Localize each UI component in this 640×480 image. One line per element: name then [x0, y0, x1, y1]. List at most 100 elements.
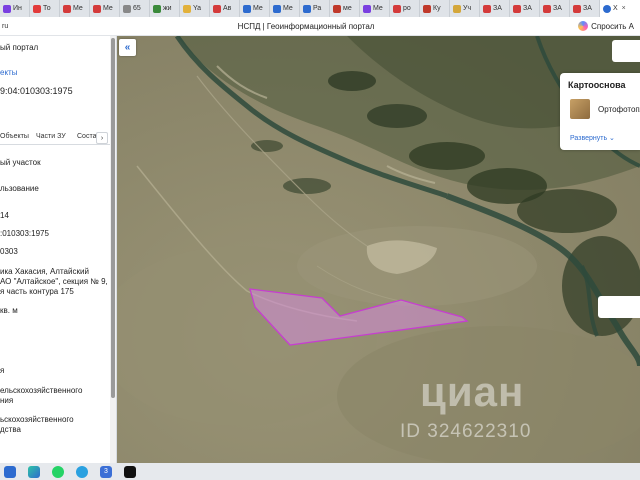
tab-favicon-icon — [93, 4, 101, 13]
tab-favicon-icon — [303, 4, 311, 13]
panel-scrollbar[interactable] — [110, 36, 116, 463]
browser-tab[interactable]: ЗА — [510, 0, 540, 17]
tab-favicon-icon — [3, 4, 11, 13]
portal-title: ый портал — [0, 43, 39, 52]
tab-label: Ме — [73, 5, 83, 12]
tab-label: Х — [613, 5, 618, 12]
basemap-option-label[interactable]: Ортофотопл — [598, 105, 640, 114]
objects-link[interactable]: екты — [0, 68, 17, 78]
tabs-scroll-right-button[interactable]: › — [96, 132, 108, 144]
browser-tab-bar: Ин То Ме Ме 65 жи Ya Ав Ме Ме Ра ме Ме ро Ку Уч ЗА ЗА ЗА ЗА… — [0, 0, 640, 17]
basemap-card: Картооснова Ортофотопл Развернуть ⌄ — [560, 73, 640, 150]
collapse-panel-button[interactable]: « — [119, 39, 136, 56]
field-usage-1: ьскохозяйственного — [0, 415, 74, 424]
tab-favicon-icon — [153, 4, 161, 13]
field-category-2: ния — [0, 396, 14, 405]
tab-composition[interactable]: Соста — [77, 133, 96, 140]
tab-label: жи — [163, 5, 172, 12]
os-taskbar: 3 — [0, 463, 640, 480]
watermark-logo: циан — [420, 368, 525, 415]
browser-tab[interactable]: Уч — [450, 0, 480, 17]
browser-tab[interactable]: Ку — [420, 0, 450, 17]
browser-tab[interactable]: 65 — [120, 0, 150, 17]
tab-favicon-icon — [333, 4, 341, 13]
ask-ai-label: Спросить А — [591, 21, 634, 31]
capcut-icon[interactable] — [124, 465, 136, 478]
browser-tab[interactable]: Ав — [210, 0, 240, 17]
browser-tab[interactable]: То — [30, 0, 60, 17]
field-cadastral: :010303:1975 — [0, 229, 49, 238]
tab-label: Ра — [313, 5, 322, 12]
tab-favicon-icon — [513, 4, 521, 13]
field-area-unit: кв. м — [0, 306, 18, 315]
browser-tab[interactable]: Ме — [60, 0, 90, 17]
tab-label: ЗА — [553, 5, 562, 12]
tab-label: ЗА — [523, 5, 532, 12]
tab-label: То — [43, 5, 51, 12]
field-status: я — [0, 366, 5, 375]
edge-icon[interactable] — [28, 465, 40, 478]
browser-tab[interactable]: Ме — [240, 0, 270, 17]
map-zoom-control[interactable] — [598, 296, 640, 318]
browser-tab[interactable]: Ме — [360, 0, 390, 17]
browser-tab[interactable]: ЗА — [480, 0, 510, 17]
field-address-3: я часть контура 175 — [0, 287, 74, 296]
browser-tab[interactable]: ЗА — [570, 0, 600, 17]
calendar-icon[interactable]: 3 — [100, 465, 112, 478]
browser-tab[interactable]: ме — [330, 0, 360, 17]
close-tab-icon[interactable]: × — [622, 5, 626, 12]
address-prefix[interactable]: ru — [0, 23, 40, 30]
tab-label: ме — [343, 5, 352, 12]
tab-label: Ав — [223, 5, 232, 12]
browser-tab[interactable]: Ин — [0, 0, 30, 17]
tab-label: 65 — [133, 5, 141, 12]
panel-scrollbar-thumb[interactable] — [111, 38, 115, 398]
tab-label: Ya — [193, 5, 202, 12]
browser-tab[interactable]: ро — [390, 0, 420, 17]
field-use-type: льзование — [0, 184, 39, 193]
basemap-title: Картооснова — [568, 80, 626, 90]
ask-ai-button[interactable]: Спросить А — [572, 21, 640, 31]
tab-favicon-icon — [423, 4, 431, 13]
windows-icon[interactable] — [4, 465, 16, 478]
cadastral-number-heading: 9:04:010303:1975 — [0, 86, 73, 96]
page-title: НСПД | Геоинформационный портал — [237, 21, 375, 31]
tab-favicon-icon — [453, 4, 461, 13]
tab-favicon-icon — [213, 4, 221, 13]
browser-tab[interactable]: Ра — [300, 0, 330, 17]
tab-label: Уч — [463, 5, 472, 12]
browser-tab-active[interactable]: Х × — [600, 0, 640, 17]
tab-label: ЗА — [583, 5, 592, 12]
tab-objects[interactable]: Объекты — [0, 133, 29, 140]
tab-favicon-icon — [483, 4, 491, 13]
tab-favicon-icon — [123, 4, 131, 13]
tab-label: Ме — [103, 5, 113, 12]
field-number: 14 — [0, 211, 9, 220]
map-layers-control[interactable] — [612, 40, 640, 62]
browser-tab[interactable]: жи — [150, 0, 180, 17]
tab-favicon-icon — [603, 4, 611, 13]
tab-label: Ме — [283, 5, 293, 12]
browser-tab[interactable]: ЗА — [540, 0, 570, 17]
tab-favicon-icon — [273, 4, 281, 13]
browser-tab[interactable]: Ме — [90, 0, 120, 17]
tab-favicon-icon — [393, 4, 401, 13]
tab-favicon-icon — [243, 4, 251, 13]
browser-tab[interactable]: Ya — [180, 0, 210, 17]
field-address-1: ика Хакасия, Алтайский — [0, 267, 89, 276]
tab-parts[interactable]: Части ЗУ — [36, 133, 66, 140]
field-usage-2: дства — [0, 425, 21, 434]
telegram-icon[interactable] — [76, 465, 88, 478]
basemap-expand-link[interactable]: Развернуть ⌄ — [570, 134, 615, 142]
object-info-panel: ый портал екты 9:04:010303:1975 Объекты … — [0, 36, 117, 463]
browser-tab[interactable]: Ме — [270, 0, 300, 17]
tab-favicon-icon — [63, 4, 71, 13]
tab-favicon-icon — [543, 4, 551, 13]
tab-label: Ку — [433, 5, 441, 12]
orthophoto-thumbnail[interactable] — [570, 99, 590, 119]
field-address-2: АО "Алтайское", секция № 9, — [0, 277, 108, 286]
whatsapp-icon[interactable] — [52, 465, 64, 478]
tab-favicon-icon — [573, 4, 581, 13]
field-category-1: ельскохозяйственного — [0, 386, 83, 395]
ai-swirl-icon — [578, 21, 589, 31]
